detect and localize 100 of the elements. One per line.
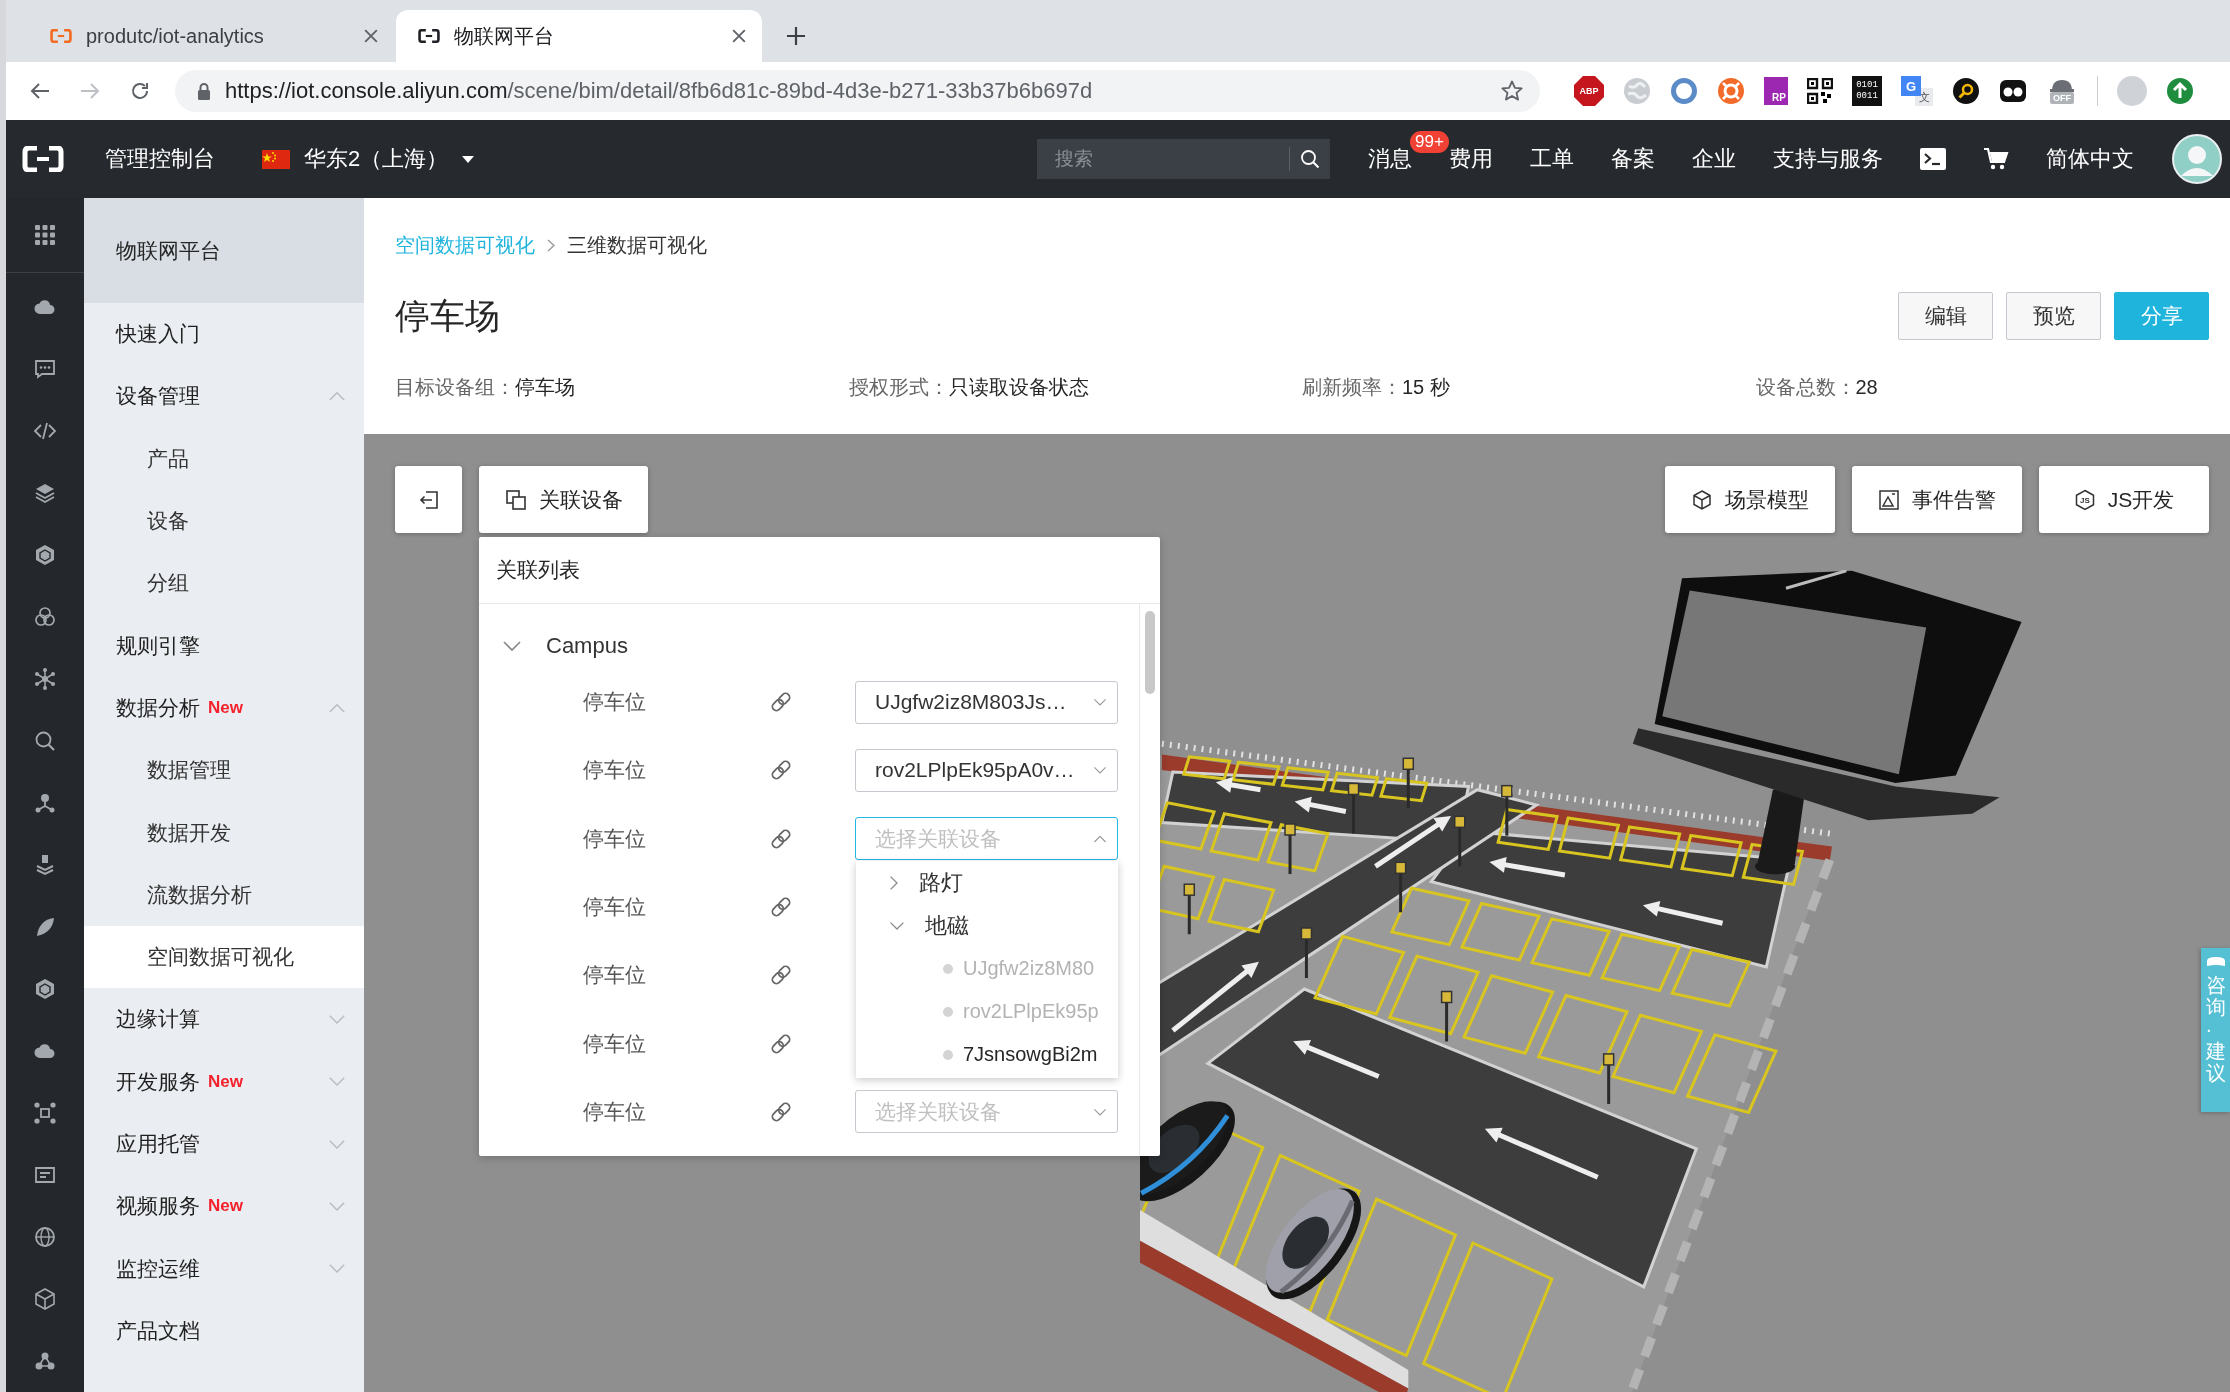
search-button[interactable] bbox=[1289, 139, 1330, 179]
device-select[interactable]: UJgfw2iz8M803Js… bbox=[855, 680, 1118, 724]
rings-icon[interactable] bbox=[33, 605, 57, 629]
favicon-icon bbox=[50, 29, 72, 43]
layers-icon[interactable] bbox=[33, 481, 57, 505]
address-bar[interactable]: https://iot.console.aliyun.com/scene/bim/detail/8fb6d81c-89bd-4d3e-b271-33b37b6b697d bbox=[175, 70, 1540, 112]
cap-icon bbox=[2205, 956, 2226, 968]
browser-tab[interactable]: 物联网平台 bbox=[396, 10, 762, 62]
nav-link[interactable]: 简体中文 bbox=[2046, 146, 2134, 171]
dot-icon bbox=[943, 1006, 953, 1017]
scene-model-button[interactable]: 场景模型 bbox=[1665, 466, 1835, 533]
event-alarm-button[interactable]: 事件告警 bbox=[1852, 466, 2022, 533]
url-text: https://iot.console.aliyun.com/scene/bim/detail/8fb6d81c-89bd-4d3e-b271-33b37b6b697d bbox=[225, 78, 1093, 104]
lifebuoy-icon[interactable] bbox=[1717, 77, 1745, 105]
nav-link[interactable]: 支持与服务 bbox=[1773, 146, 1883, 171]
lock-icon bbox=[197, 82, 211, 100]
nodes-icon[interactable] bbox=[33, 791, 57, 815]
star-icon[interactable] bbox=[1500, 79, 1524, 103]
sidebar-item[interactable]: 空间数据可视化 bbox=[84, 925, 364, 989]
sidebar-item[interactable]: 应用托管 bbox=[84, 1112, 364, 1176]
nav-link[interactable]: 工单 bbox=[1530, 146, 1574, 171]
action-button[interactable]: 预览 bbox=[2006, 292, 2101, 340]
sidebar-item[interactable]: 数据管理 bbox=[84, 739, 364, 802]
browser-tab[interactable]: produtc/iot-analytics bbox=[28, 10, 394, 62]
cluster-icon[interactable] bbox=[33, 1101, 57, 1125]
action-button[interactable]: 编辑 bbox=[1898, 292, 1993, 340]
tree-option[interactable]: 地磁 bbox=[856, 904, 1118, 948]
cart-icon[interactable] bbox=[1983, 147, 2009, 171]
sidebar-item[interactable]: 规则引擎 bbox=[84, 614, 364, 677]
sidebar-item[interactable]: 边缘计算 bbox=[84, 988, 364, 1051]
new-tab-button[interactable] bbox=[786, 26, 806, 46]
sidebar-item[interactable]: 数据开发 bbox=[84, 801, 364, 864]
chevron-down-icon bbox=[1093, 766, 1107, 775]
info-label: 授权形式： bbox=[848, 375, 949, 398]
ring-icon[interactable] bbox=[1670, 77, 1698, 105]
avatar-icon[interactable] bbox=[2172, 134, 2222, 184]
sidebar-item[interactable]: 视频服务 New bbox=[84, 1175, 364, 1238]
info-value: 只读取设备状态 bbox=[948, 375, 1089, 398]
terminal-icon[interactable] bbox=[1920, 148, 1946, 170]
sidebar-item[interactable]: 产品 bbox=[84, 427, 364, 490]
sidebar-item[interactable]: 设备管理 bbox=[84, 365, 364, 428]
close-icon[interactable] bbox=[364, 29, 378, 43]
slot-label: 停车位 bbox=[583, 826, 646, 850]
dot-icon bbox=[943, 963, 953, 974]
panel-title: 关联列表 bbox=[496, 557, 580, 583]
hexagon-icon[interactable] bbox=[33, 543, 57, 567]
info-label: 目标设备组： bbox=[395, 375, 515, 398]
search-icon[interactable] bbox=[1952, 77, 1980, 105]
link-devices-button[interactable]: 关联设备 bbox=[479, 466, 648, 533]
sidebar-title: 物联网平台 bbox=[116, 237, 221, 264]
search-icon[interactable] bbox=[33, 729, 57, 753]
letter-tile-icon[interactable]: RP bbox=[1764, 77, 1788, 105]
network-icon[interactable] bbox=[33, 667, 57, 691]
chevron-right-icon bbox=[547, 238, 555, 252]
flag-icon bbox=[262, 149, 290, 169]
favicon-icon bbox=[418, 29, 440, 43]
sidebar-item[interactable]: 分组 bbox=[84, 552, 364, 615]
grid-icon[interactable] bbox=[33, 223, 57, 247]
chevron-down-icon bbox=[1093, 697, 1107, 707]
sidebar-item[interactable]: 快速入门 bbox=[84, 303, 364, 366]
collapse-button[interactable] bbox=[395, 466, 462, 533]
info-label: 设备总数： bbox=[1755, 375, 1856, 398]
js-dev-button[interactable]: JS JS开发 bbox=[2039, 466, 2209, 533]
device-option[interactable]: 7JsnsowgBi2m bbox=[856, 1033, 1118, 1077]
globe-icon[interactable] bbox=[33, 1225, 57, 1249]
sidebar-item[interactable]: 流数据分析 bbox=[84, 863, 364, 926]
sidebar-item[interactable]: 开发服务 New bbox=[84, 1050, 364, 1113]
nav-link[interactable]: 备案 bbox=[1611, 146, 1655, 171]
console-link[interactable]: 管理控制台 bbox=[105, 144, 215, 174]
glasses-icon[interactable] bbox=[1999, 77, 2027, 105]
region-selector[interactable]: 华东2（上海） bbox=[262, 144, 475, 174]
sidebar-item[interactable]: 设备 bbox=[84, 489, 364, 553]
qr-code-icon[interactable] bbox=[1807, 78, 1833, 104]
nav-link[interactable]: 消息 bbox=[1368, 146, 1412, 171]
dot-icon bbox=[943, 1049, 953, 1060]
info-label: 刷新频率： bbox=[1302, 375, 1402, 398]
sidebar-item[interactable]: 产品文档 bbox=[84, 1299, 364, 1363]
logo-icon[interactable] bbox=[22, 146, 64, 172]
exit-box-icon bbox=[417, 488, 440, 511]
tree-option[interactable]: 路灯 bbox=[856, 861, 1118, 905]
tree-node[interactable]: Campus bbox=[479, 624, 628, 668]
sidebar-item[interactable]: 数据分析 New bbox=[84, 676, 364, 740]
scrollbar-thumb[interactable] bbox=[1145, 611, 1155, 694]
new-label: New bbox=[208, 697, 243, 718]
nav-link[interactable]: 企业 bbox=[1692, 146, 1736, 171]
cube-icon[interactable] bbox=[33, 1287, 57, 1311]
slot-label: 停车位 bbox=[583, 1099, 646, 1123]
search-field[interactable]: 搜索 bbox=[1037, 139, 1289, 179]
device-select[interactable]: rov2LPlpEk95pA0v… bbox=[855, 748, 1118, 792]
slot-label: 停车位 bbox=[583, 1031, 646, 1055]
sidebar-item[interactable]: 监控运维 bbox=[84, 1237, 364, 1300]
info-value: 28 bbox=[1855, 375, 1878, 398]
info-value: 15 秒 bbox=[1402, 375, 1450, 398]
nav-link[interactable]: 费用 bbox=[1449, 146, 1493, 171]
hexagon-icon[interactable] bbox=[33, 977, 57, 1001]
close-icon[interactable] bbox=[732, 29, 746, 43]
binary-icon[interactable]: 0101 0011 bbox=[1852, 76, 1882, 106]
caret-down-icon bbox=[462, 155, 475, 163]
chat-icon[interactable] bbox=[33, 357, 57, 381]
page-title: 停车场 bbox=[395, 294, 500, 337]
